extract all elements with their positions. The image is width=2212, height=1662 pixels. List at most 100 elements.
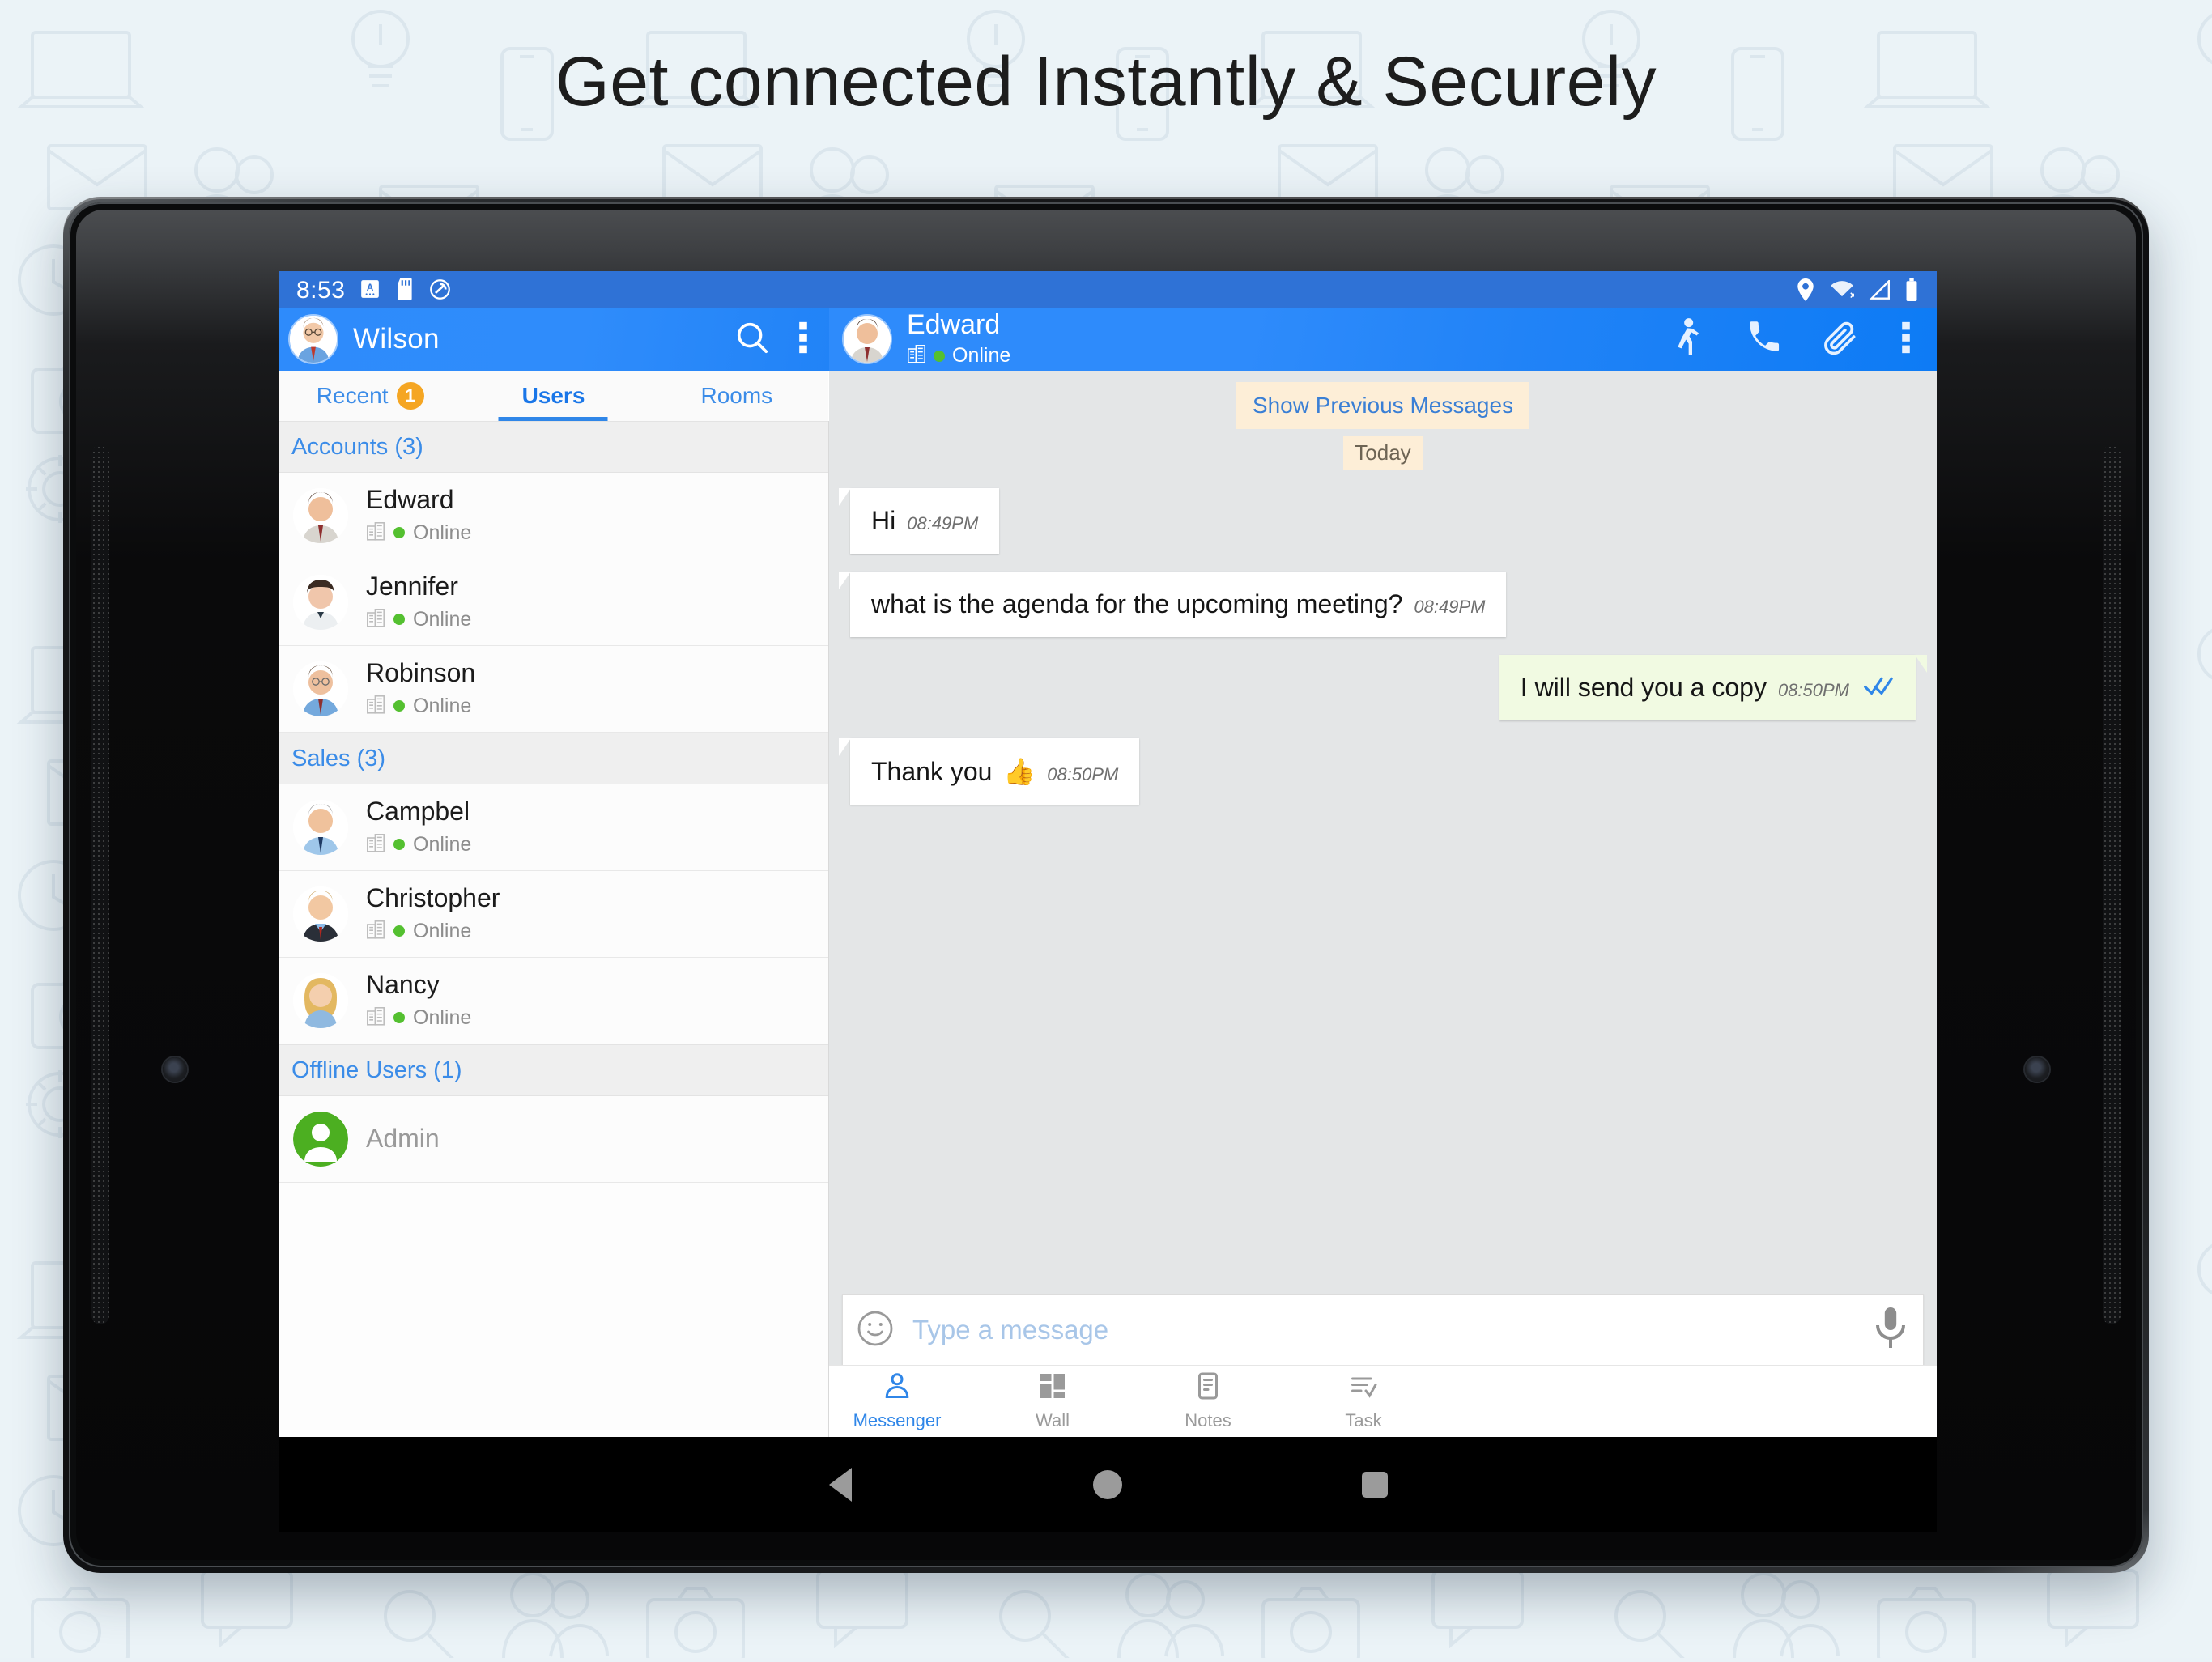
- speaker-grille-right: [2103, 445, 2121, 1324]
- message-row: I will send you a copy 08:50PM: [829, 655, 1937, 720]
- company-icon: [366, 695, 385, 718]
- company-icon: [366, 833, 385, 857]
- message-bubble-outgoing[interactable]: I will send you a copy 08:50PM: [1499, 655, 1928, 720]
- show-previous-messages-button[interactable]: Show Previous Messages: [1236, 382, 1530, 429]
- list-item[interactable]: Admin: [279, 1096, 828, 1183]
- thumbs-up-emoji-icon: 👍: [1003, 757, 1036, 786]
- bottom-nav-notes[interactable]: Notes: [1164, 1371, 1252, 1431]
- overflow-menu-icon[interactable]: [1901, 319, 1911, 360]
- tab-users[interactable]: Users: [462, 371, 644, 421]
- avatar: [293, 886, 348, 942]
- presence-dot: [393, 839, 405, 851]
- presence-dot: [393, 925, 405, 937]
- avatar[interactable]: [844, 316, 891, 363]
- presence-dot: [393, 1012, 405, 1024]
- status-bar-clock: 8:53: [296, 277, 346, 304]
- presence-dot: [393, 527, 405, 539]
- left-tab-bar: Recent 1 Users Rooms: [279, 371, 828, 422]
- android-home-button[interactable]: [974, 1470, 1241, 1499]
- contact-status: Online: [413, 607, 472, 631]
- search-icon[interactable]: [734, 319, 771, 360]
- message-row: Hi 08:49PM: [829, 488, 1937, 554]
- list-item[interactable]: Robinson Online: [279, 646, 828, 733]
- message-row: Thank you 👍 08:50PM: [829, 738, 1937, 805]
- message-time: 08:49PM: [1414, 597, 1486, 617]
- android-recents-button[interactable]: [1241, 1472, 1508, 1498]
- presence-dot: [393, 700, 405, 712]
- contact-status: Online: [413, 521, 472, 544]
- message-bubble-incoming[interactable]: Thank you 👍 08:50PM: [838, 738, 1140, 805]
- list-item[interactable]: Jennifer Online: [279, 559, 828, 646]
- task-check-icon: [1349, 1371, 1378, 1405]
- company-icon: [366, 521, 385, 545]
- contact-status: Online: [413, 694, 472, 717]
- message-text: Thank you: [871, 757, 993, 786]
- day-divider: Today: [1343, 436, 1423, 470]
- home-circle-icon: [1093, 1470, 1122, 1499]
- android-back-button[interactable]: [707, 1468, 974, 1502]
- contact-list[interactable]: Accounts (3) Edward Online Jennifer Onli…: [279, 421, 829, 1437]
- tab-recent-label: Recent: [316, 383, 389, 408]
- message-time: 08:50PM: [1777, 680, 1849, 700]
- attachment-icon[interactable]: [1823, 320, 1859, 359]
- contact-name: Admin: [366, 1124, 440, 1154]
- chat-contact-name: Edward: [907, 308, 1001, 340]
- recents-square-icon: [1362, 1472, 1388, 1498]
- keyboard-language-icon: A: [359, 278, 381, 300]
- list-item[interactable]: Campbel Online: [279, 784, 828, 871]
- bottom-nav-messenger-label: Messenger: [853, 1410, 942, 1430]
- back-triangle-icon: [829, 1468, 852, 1502]
- avatar[interactable]: [290, 316, 337, 363]
- contact-name: Jennifer: [366, 572, 458, 601]
- avatar: [293, 488, 348, 543]
- message-time: 08:49PM: [907, 513, 979, 533]
- list-item[interactable]: Nancy Online: [279, 958, 828, 1044]
- message-bubble-incoming[interactable]: Hi 08:49PM: [838, 488, 1000, 554]
- overflow-menu-icon[interactable]: [798, 319, 808, 360]
- bottom-nav-notes-label: Notes: [1185, 1410, 1231, 1430]
- signal-icon: [1869, 280, 1890, 300]
- avatar: [293, 575, 348, 630]
- message-text: Hi: [871, 506, 896, 535]
- presence-walking-icon[interactable]: [1671, 317, 1704, 362]
- location-icon: [1796, 278, 1815, 301]
- chat-contact-status: Online: [952, 344, 1011, 368]
- tab-rooms[interactable]: Rooms: [645, 371, 828, 421]
- tab-recent[interactable]: Recent 1: [279, 371, 462, 421]
- status-bar-left: 8:53 A: [279, 271, 829, 308]
- bottom-nav-wall[interactable]: Wall: [1009, 1371, 1096, 1431]
- microphone-icon[interactable]: [1876, 1307, 1905, 1354]
- sd-card-icon: [395, 278, 415, 300]
- bottom-nav-messenger[interactable]: Messenger: [853, 1371, 941, 1431]
- page-title: Get connected Instantly & Securely: [555, 43, 1657, 121]
- company-icon: [366, 920, 385, 943]
- list-item[interactable]: Edward Online: [279, 473, 828, 559]
- company-icon: [366, 1006, 385, 1030]
- bottom-navigation: Messenger Wall Notes Task: [829, 1365, 1937, 1437]
- contact-name: Edward: [366, 485, 454, 515]
- message-input[interactable]: Type a message: [912, 1315, 1108, 1345]
- svg-text:A: A: [367, 282, 374, 293]
- bottom-nav-task[interactable]: Task: [1320, 1371, 1407, 1431]
- call-icon[interactable]: [1746, 320, 1781, 359]
- left-toolbar: Wilson: [279, 308, 829, 371]
- presence-dot: [393, 614, 405, 626]
- group-header: Offline Users (1): [279, 1044, 828, 1096]
- list-item[interactable]: Christopher Online: [279, 871, 828, 958]
- company-icon: [366, 608, 385, 631]
- wifi-off-icon: ✕: [1830, 280, 1854, 300]
- tab-users-label: Users: [521, 383, 585, 408]
- group-header: Accounts (3): [279, 421, 828, 473]
- message-bubble-incoming[interactable]: what is the agenda for the upcoming meet…: [838, 572, 1507, 637]
- emoji-icon[interactable]: [856, 1309, 895, 1352]
- contact-name: Christopher: [366, 883, 500, 913]
- message-composer[interactable]: Type a message: [842, 1294, 1924, 1366]
- avatar: [293, 1112, 348, 1167]
- avatar: [293, 800, 348, 855]
- app-screen: 8:53 A ✕: [279, 271, 1937, 1437]
- message-list[interactable]: Show Previous Messages Today Hi 08:49PM …: [829, 371, 1937, 1307]
- contact-name: Nancy: [366, 970, 440, 1000]
- notes-icon: [1193, 1371, 1223, 1405]
- sync-disabled-icon: [429, 278, 451, 300]
- contact-name: Robinson: [366, 658, 476, 688]
